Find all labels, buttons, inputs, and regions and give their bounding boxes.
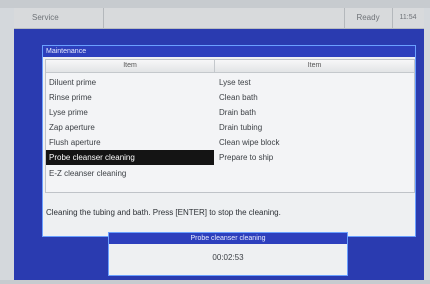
item-ez-cleanser-cleaning[interactable]: E-Z cleanser cleaning — [46, 166, 214, 181]
window-title: Maintenance — [43, 46, 415, 57]
item-zap-aperture[interactable]: Zap aperture — [46, 120, 214, 135]
column-header-left: Item — [46, 60, 215, 73]
monitor-bezel-bottom — [0, 280, 430, 284]
item-probe-cleanser-cleaning[interactable]: Probe cleanser cleaning — [46, 150, 214, 165]
status-label: Ready — [344, 8, 393, 28]
maintenance-window: Maintenance Item Item Diluent prime Rins… — [42, 45, 416, 237]
clock-label: 11:54 — [399, 14, 417, 21]
item-diluent-prime[interactable]: Diluent prime — [46, 75, 214, 90]
progress-dialog: Probe cleanser cleaning 00:02:53 — [108, 232, 348, 276]
item-lyse-prime[interactable]: Lyse prime — [46, 105, 214, 120]
instruction-text: Cleaning the tubing and bath. Press [ENT… — [46, 208, 281, 217]
analyzer-screen: Service Ready 11:54 Maintenance Item Ite… — [14, 8, 424, 280]
top-status-bar: Service Ready 11:54 — [14, 8, 424, 29]
item-drain-bath[interactable]: Drain bath — [216, 105, 414, 120]
item-clean-bath[interactable]: Clean bath — [216, 90, 414, 105]
maintenance-table: Item Item Diluent prime Rinse prime Lyse… — [45, 59, 415, 193]
column-header-right: Item — [215, 60, 414, 73]
monitor-bezel-top — [0, 0, 430, 8]
elapsed-time: 00:02:53 — [212, 253, 244, 262]
status-bar-spacer — [104, 8, 345, 28]
progress-title: Probe cleanser cleaning — [109, 233, 347, 244]
item-drain-tubing[interactable]: Drain tubing — [216, 120, 414, 135]
item-clean-wipe-block[interactable]: Clean wipe block — [216, 135, 414, 150]
item-prepare-to-ship[interactable]: Prepare to ship — [216, 150, 414, 165]
mode-label: Service — [14, 8, 104, 28]
item-rinse-prime[interactable]: Rinse prime — [46, 90, 214, 105]
item-flush-aperture[interactable]: Flush aperture — [46, 135, 214, 150]
item-lyse-test[interactable]: Lyse test — [216, 75, 414, 90]
